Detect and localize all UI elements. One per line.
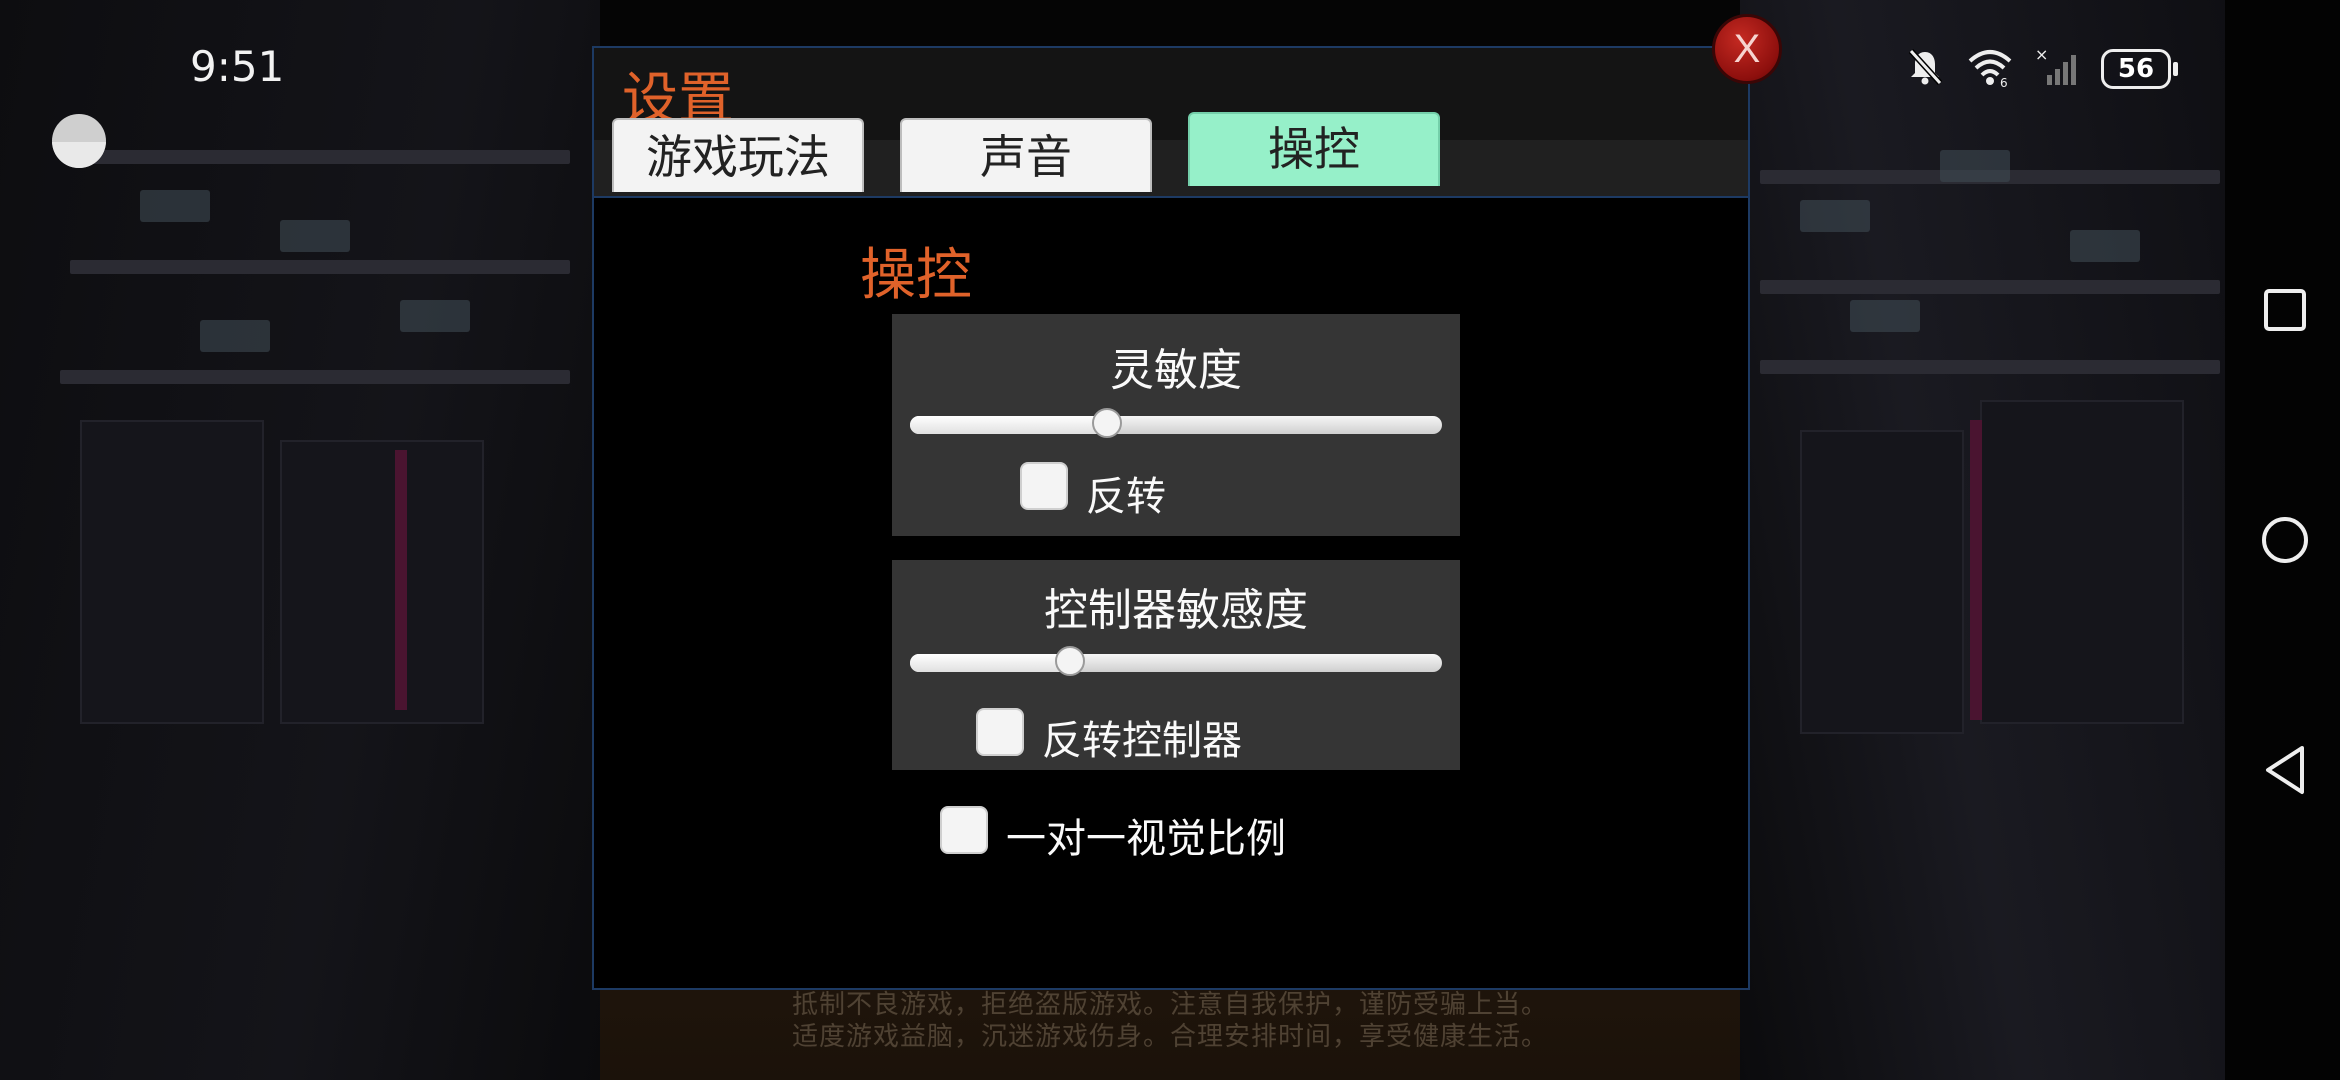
controller-sensitivity-slider-fill [910, 654, 1070, 672]
pixel-perfect-checkbox[interactable] [940, 806, 988, 854]
square-icon [2264, 289, 2306, 331]
sensitivity-panel: 灵敏度 反转 [892, 314, 1460, 536]
sensitivity-slider-fill [910, 416, 1107, 434]
floating-assistant-icon[interactable] [52, 114, 106, 168]
health-notice-line-2: 适度游戏益脑，沉迷游戏伤身。合理安排时间，享受健康生活。 [791, 1022, 1548, 1052]
status-time: 9:51 [190, 42, 285, 91]
home-button[interactable] [2255, 510, 2315, 570]
invert-controller-label: 反转控制器 [1042, 718, 1242, 764]
section-title: 操控 [860, 243, 972, 308]
controller-sensitivity-label: 控制器敏感度 [1044, 585, 1308, 636]
sensitivity-label: 灵敏度 [1110, 345, 1242, 396]
circle-icon [2262, 517, 2308, 563]
battery-icon: 56 [2101, 49, 2178, 89]
invert-checkbox[interactable] [1020, 462, 1068, 510]
tab-controls[interactable]: 操控 [1188, 112, 1440, 186]
status-icons: 6 × 56 [1905, 45, 2178, 92]
signal-icon: × [2035, 45, 2079, 91]
controller-sensitivity-panel: 控制器敏感度 反转控制器 [892, 560, 1460, 770]
wifi-icon: 6 [1967, 47, 2013, 91]
bell-muted-icon [1905, 47, 1945, 91]
invert-controller-checkbox[interactable] [976, 708, 1024, 756]
controller-sensitivity-slider-handle[interactable] [1054, 646, 1085, 676]
right-shelving [1740, 0, 2260, 1080]
pixel-perfect-label: 一对一视觉比例 [1006, 816, 1286, 862]
tab-audio[interactable]: 声音 [900, 118, 1152, 192]
back-button[interactable] [2255, 740, 2315, 800]
recent-apps-button[interactable] [2255, 280, 2315, 340]
close-button[interactable]: X [1712, 14, 1782, 84]
controller-sensitivity-slider[interactable] [910, 646, 1442, 676]
tab-gameplay[interactable]: 游戏玩法 [612, 118, 864, 192]
sensitivity-slider-handle[interactable] [1091, 408, 1122, 438]
back-triangle-icon [2266, 746, 2304, 794]
settings-dialog: 设置 游戏玩法 声音 操控 操控 灵敏度 反转 控制器敏感度 反转控制器 一对一… [592, 46, 1750, 990]
svg-text:×: × [2035, 47, 2048, 64]
invert-label: 反转 [1086, 474, 1166, 520]
sensitivity-slider[interactable] [910, 408, 1442, 438]
svg-text:6: 6 [2000, 76, 2008, 87]
